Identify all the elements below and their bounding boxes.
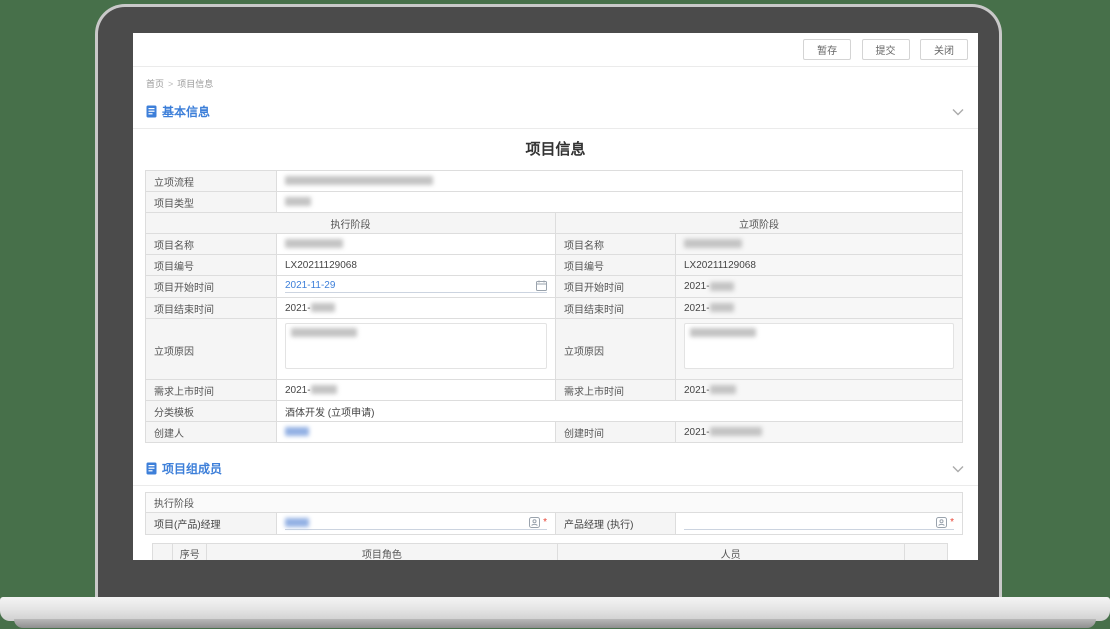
laptop-mockup: 暂存 提交 关闭 首页 > 项目信息 基本信息 项目信息 立项流程 bbox=[0, 0, 1110, 629]
start-date-label: 项目开始时间 bbox=[556, 276, 676, 298]
form-title: 项目信息 bbox=[133, 138, 978, 159]
section-divider bbox=[133, 128, 978, 129]
table-row: 需求上市时间 2021- 需求上市时间 2021- bbox=[146, 380, 963, 401]
select-all-header bbox=[153, 544, 173, 561]
breadcrumb: 首页 > 项目信息 bbox=[146, 77, 978, 90]
project-name-init-value bbox=[676, 234, 963, 255]
project-name-label: 项目名称 bbox=[146, 234, 277, 255]
reason-label: 立项原因 bbox=[146, 319, 277, 380]
required-marker: * bbox=[950, 519, 954, 527]
created-time-value: 2021- bbox=[676, 422, 963, 443]
reason-exec-textarea[interactable] bbox=[285, 323, 547, 369]
toolbar: 暂存 提交 关闭 bbox=[133, 33, 978, 60]
table-row: 立项流程 bbox=[146, 171, 963, 192]
start-date-value[interactable]: 2021-11-29 bbox=[285, 280, 536, 291]
end-date-exec-value: 2021- bbox=[277, 298, 556, 319]
launch-date-label: 需求上市时间 bbox=[146, 380, 277, 401]
table-row: 项目名称 项目名称 bbox=[146, 234, 963, 255]
breadcrumb-home[interactable]: 首页 bbox=[146, 79, 164, 89]
pm-value[interactable] bbox=[285, 517, 529, 528]
launch-date-init-value: 2021- bbox=[676, 380, 963, 401]
person-header: 人员 bbox=[557, 544, 904, 561]
laptop-base-shadow bbox=[14, 619, 1096, 628]
required-marker: * bbox=[543, 519, 547, 527]
end-date-init-value: 2021- bbox=[676, 298, 963, 319]
table-row: 执行阶段 bbox=[146, 493, 963, 513]
breadcrumb-separator: > bbox=[168, 79, 173, 89]
initiation-phase-header: 立项阶段 bbox=[556, 213, 963, 234]
project-code-label: 项目编号 bbox=[146, 255, 277, 276]
reason-init-cell bbox=[676, 319, 963, 380]
pm-exec-cell: * bbox=[676, 513, 963, 535]
creator-label: 创建人 bbox=[146, 422, 277, 443]
save-draft-button[interactable]: 暂存 bbox=[803, 39, 851, 60]
start-date-cell: 2021-11-29 bbox=[277, 276, 556, 298]
template-value: 酒体开发 (立项申请) bbox=[277, 401, 963, 422]
table-row: 项目开始时间 2021-11-29 项目开始时间 2021- bbox=[146, 276, 963, 298]
reason-label: 立项原因 bbox=[556, 319, 676, 380]
chevron-down-icon[interactable] bbox=[952, 108, 964, 116]
toolbar-divider bbox=[133, 66, 978, 67]
table-row: 分类模板 酒体开发 (立项申请) bbox=[146, 401, 963, 422]
basic-info-section-header[interactable]: 基本信息 bbox=[146, 103, 964, 120]
reason-exec-cell bbox=[277, 319, 556, 380]
project-code-label: 项目编号 bbox=[556, 255, 676, 276]
pm-exec-picker-input[interactable]: * bbox=[684, 517, 954, 530]
user-picker-icon[interactable] bbox=[529, 517, 540, 528]
table-row: 项目(产品)经理 * 产品经理 (执行) bbox=[146, 513, 963, 535]
members-phase-header: 执行阶段 bbox=[146, 493, 963, 513]
project-name-exec-value bbox=[277, 234, 556, 255]
type-label: 项目类型 bbox=[146, 192, 277, 213]
actions-header bbox=[904, 544, 947, 561]
end-date-label: 项目结束时间 bbox=[556, 298, 676, 319]
pm-picker-input[interactable]: * bbox=[285, 517, 547, 530]
table-row: 项目类型 bbox=[146, 192, 963, 213]
laptop-base bbox=[0, 597, 1110, 621]
app-window: 暂存 提交 关闭 首页 > 项目信息 基本信息 项目信息 立项流程 bbox=[133, 33, 978, 560]
user-picker-icon[interactable] bbox=[936, 517, 947, 528]
launch-date-exec-value: 2021- bbox=[277, 380, 556, 401]
close-button[interactable]: 关闭 bbox=[920, 39, 968, 60]
document-icon bbox=[146, 105, 157, 118]
project-code-init-value: LX20211129068 bbox=[676, 255, 963, 276]
start-date-init-value: 2021- bbox=[676, 276, 963, 298]
process-value bbox=[277, 171, 963, 192]
index-header: 序号 bbox=[173, 544, 207, 561]
launch-date-label: 需求上市时间 bbox=[556, 380, 676, 401]
document-icon bbox=[146, 462, 157, 475]
process-label: 立项流程 bbox=[146, 171, 277, 192]
section-divider bbox=[133, 485, 978, 486]
members-list-table: 序号 项目角色 人员 1 项目(产品)经理 2 产品经理(执行) bbox=[152, 543, 948, 560]
basic-info-section-title: 基本信息 bbox=[162, 103, 210, 120]
start-date-label: 项目开始时间 bbox=[146, 276, 277, 298]
end-date-label: 项目结束时间 bbox=[146, 298, 277, 319]
basic-info-table: 立项流程 项目类型 执行阶段 立项阶段 项目名称 项目名称 项目编号 LX202… bbox=[145, 170, 963, 443]
members-form-table: 执行阶段 项目(产品)经理 * 产品经理 (执行) bbox=[145, 492, 963, 535]
execution-phase-header: 执行阶段 bbox=[146, 213, 556, 234]
type-value bbox=[277, 192, 963, 213]
project-name-label: 项目名称 bbox=[556, 234, 676, 255]
start-date-input[interactable]: 2021-11-29 bbox=[285, 280, 547, 293]
submit-button[interactable]: 提交 bbox=[862, 39, 910, 60]
table-row: 立项原因 立项原因 bbox=[146, 319, 963, 380]
created-time-label: 创建时间 bbox=[556, 422, 676, 443]
table-row: 执行阶段 立项阶段 bbox=[146, 213, 963, 234]
reason-init-textarea bbox=[684, 323, 954, 369]
table-row: 创建人 创建时间 2021- bbox=[146, 422, 963, 443]
template-label: 分类模板 bbox=[146, 401, 277, 422]
project-code-exec-value: LX20211129068 bbox=[277, 255, 556, 276]
pm-cell: * bbox=[277, 513, 556, 535]
table-row: 项目结束时间 2021- 项目结束时间 2021- bbox=[146, 298, 963, 319]
table-header-row: 序号 项目角色 人员 bbox=[153, 544, 948, 561]
breadcrumb-current: 项目信息 bbox=[177, 79, 213, 89]
members-section-header[interactable]: 项目组成员 bbox=[146, 460, 964, 477]
chevron-down-icon[interactable] bbox=[952, 465, 964, 473]
pm-label: 项目(产品)经理 bbox=[146, 513, 277, 535]
members-section-title: 项目组成员 bbox=[162, 460, 222, 477]
role-header: 项目角色 bbox=[207, 544, 557, 561]
creator-value[interactable] bbox=[277, 422, 556, 443]
table-row: 项目编号 LX20211129068 项目编号 LX20211129068 bbox=[146, 255, 963, 276]
pm-exec-label: 产品经理 (执行) bbox=[556, 513, 676, 535]
calendar-icon[interactable] bbox=[536, 280, 547, 291]
